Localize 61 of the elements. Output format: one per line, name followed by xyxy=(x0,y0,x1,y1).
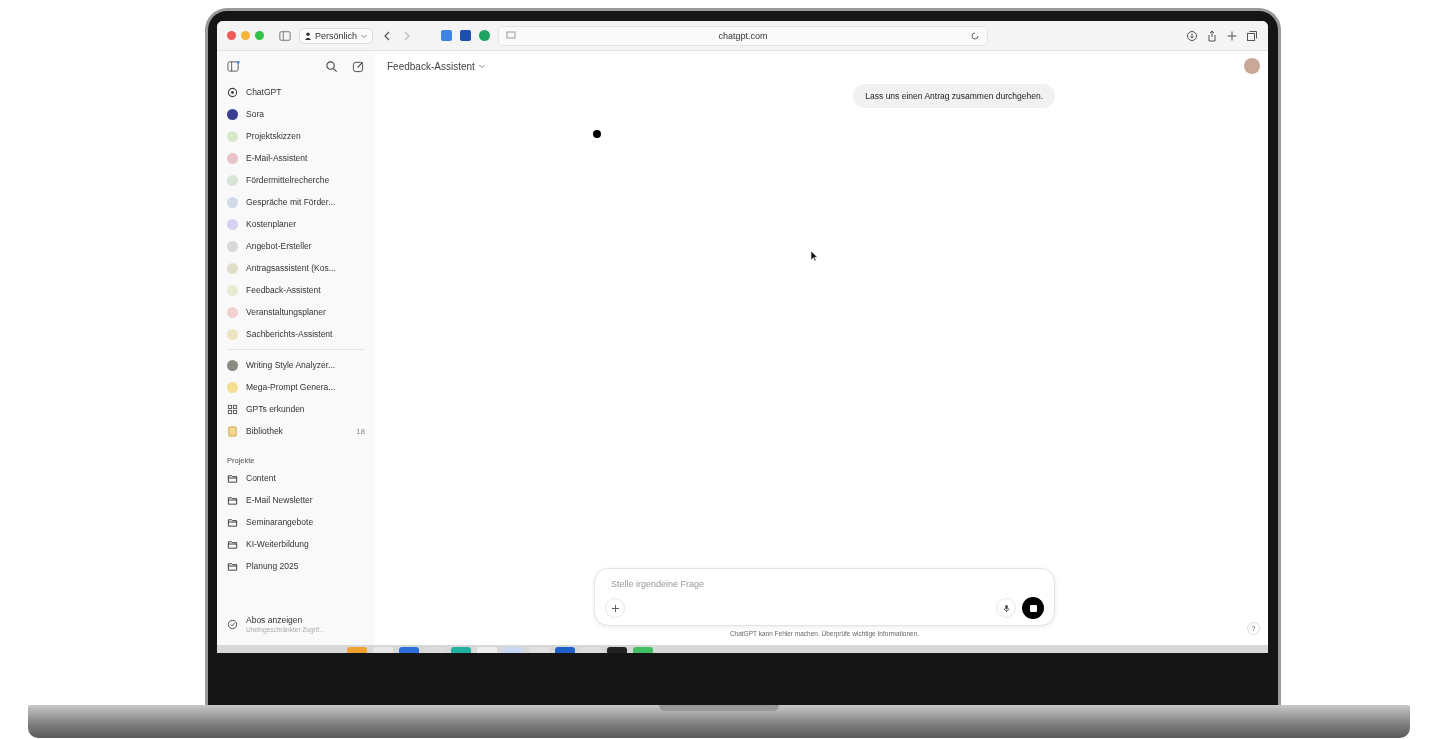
project-item[interactable]: Seminarangebote xyxy=(225,511,367,533)
sidebar-item[interactable]: GPTs erkunden xyxy=(225,398,367,420)
stop-button[interactable] xyxy=(1022,597,1044,619)
mouse-pointer-icon xyxy=(810,250,818,262)
folder-icon xyxy=(227,472,238,484)
sidebar-item[interactable]: Gespräche mit Förder... xyxy=(225,191,367,213)
url-text: chatgpt.com xyxy=(717,30,769,41)
person-icon xyxy=(304,31,312,40)
tabs-overview-icon[interactable] xyxy=(1246,29,1258,42)
profile-button[interactable]: Persönlich xyxy=(299,27,374,44)
message-input-field[interactable]: Stelle irgendeine Frage xyxy=(605,577,1044,591)
count-text: 18 xyxy=(356,426,365,436)
sidebar-item[interactable]: ChatGPT xyxy=(225,81,367,103)
user-message: Lass uns einen Antrag zusammen durchgehen. xyxy=(853,84,1055,108)
chevron-down-icon xyxy=(477,62,486,70)
project-item[interactable]: Content xyxy=(225,467,367,489)
project-item[interactable]: KI-Weiterbildung xyxy=(225,533,367,555)
reload-icon[interactable] xyxy=(969,29,981,42)
chatgpt-logo-icon xyxy=(227,86,238,98)
microphone-icon xyxy=(1001,603,1011,613)
folder-icon xyxy=(227,516,238,528)
sidebar-item[interactable]: Sachberichts-Assistent xyxy=(225,323,367,345)
address-bar[interactable]: chatgpt.com xyxy=(498,25,988,46)
folder-icon xyxy=(227,494,238,506)
upgrade-title: Abos anzeigen xyxy=(246,615,304,625)
microphone-button[interactable] xyxy=(996,598,1016,618)
profile-name: Persönlich xyxy=(315,30,358,41)
sidebar-item[interactable]: Bibliothek 18 xyxy=(225,420,367,442)
folder-icon xyxy=(227,538,238,550)
add-button[interactable] xyxy=(605,598,625,618)
extension-icon[interactable] xyxy=(460,30,472,41)
plus-icon xyxy=(610,603,620,613)
share-icon[interactable] xyxy=(1206,29,1218,42)
sidebar-toggle-icon[interactable] xyxy=(279,29,291,42)
project-item[interactable]: Planung 2025 xyxy=(225,555,367,577)
new-chat-icon[interactable] xyxy=(352,59,365,73)
sidebar-item[interactable]: Kostenplaner xyxy=(225,213,367,235)
folder-icon xyxy=(227,560,238,572)
project-item[interactable]: E-Mail Newsletter xyxy=(225,489,367,511)
search-icon[interactable] xyxy=(325,59,338,73)
page-icon xyxy=(505,29,518,42)
book-icon xyxy=(227,425,238,437)
sidebar-item[interactable]: Projektskizzen xyxy=(225,125,367,147)
sidebar-item[interactable]: Angebot-Ersteller xyxy=(225,235,367,257)
sidebar-item[interactable]: Fördermittelrecherche xyxy=(225,169,367,191)
close-window-button[interactable] xyxy=(227,31,236,40)
sidebar-item[interactable]: Mega-Prompt Genera... xyxy=(225,376,367,398)
download-icon[interactable] xyxy=(1186,29,1198,42)
sidebar-item[interactable]: Writing Style Analyzer... xyxy=(225,354,367,376)
extension-icon[interactable] xyxy=(479,30,491,41)
grid-icon xyxy=(227,403,238,415)
extension-icon[interactable] xyxy=(441,30,453,41)
sidebar-item[interactable]: Sora xyxy=(225,103,367,125)
sidebar-item[interactable]: Antragsassistent (Kos... xyxy=(225,257,367,279)
new-tab-icon[interactable] xyxy=(1226,29,1238,42)
sidebar-item[interactable]: Feedback-Assistent xyxy=(225,279,367,301)
sidebar-item[interactable]: Veranstaltungsplaner xyxy=(225,301,367,323)
sidebar-toggle-icon[interactable] xyxy=(227,59,240,73)
badge-check-icon xyxy=(227,618,238,630)
sidebar-item[interactable]: E-Mail-Assistent xyxy=(225,147,367,169)
loading-dot-icon xyxy=(593,130,601,138)
